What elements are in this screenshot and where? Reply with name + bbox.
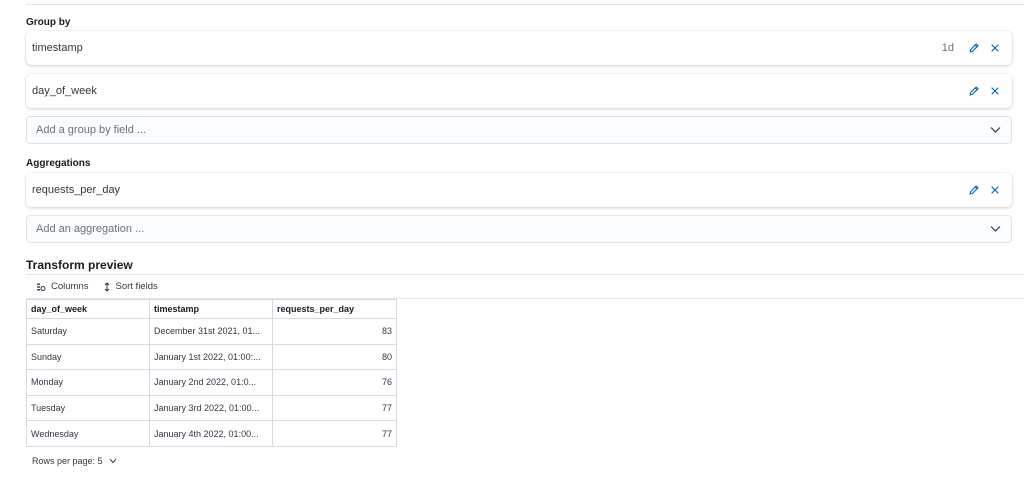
top-divider — [26, 4, 1024, 5]
columns-button[interactable]: Columns — [36, 281, 89, 292]
group-by-item-timestamp: timestamp 1d — [26, 31, 1012, 65]
table-cell[interactable]: 76 — [272, 369, 397, 396]
column-header[interactable]: requests_per_day — [272, 299, 397, 319]
pencil-icon[interactable] — [965, 181, 983, 199]
aggregation-item-requests-per-day: requests_per_day — [26, 173, 1012, 207]
table-cell[interactable]: Sunday — [26, 343, 150, 371]
close-icon[interactable] — [986, 181, 1004, 199]
group-by-interval: 1d — [941, 42, 954, 54]
table-cell[interactable]: January 2nd 2022, 01:0... — [149, 369, 273, 396]
table-cell[interactable]: December 31st 2021, 01... — [149, 318, 273, 345]
group-by-title: Group by — [26, 17, 71, 28]
columns-label: Columns — [51, 281, 89, 292]
column-header[interactable]: timestamp — [149, 299, 273, 319]
add-group-by-placeholder: Add a group by field ... — [36, 124, 147, 136]
group-by-item-label: timestamp — [32, 42, 83, 54]
rows-per-page-button[interactable]: Rows per page: 5 — [32, 456, 117, 466]
sort-fields-label: Sort fields — [115, 281, 158, 292]
add-group-by-select[interactable]: Add a group by field ... — [26, 116, 1012, 144]
table-row: Saturday December 31st 2021, 01... 83 — [26, 318, 397, 345]
table-header-row: day_of_week timestamp requests_per_day — [26, 299, 397, 319]
data-grid-toolbar: Columns Sort fields — [26, 274, 1024, 299]
chevron-down-icon — [990, 226, 1001, 232]
column-header[interactable]: day_of_week — [26, 299, 150, 319]
table-cell[interactable]: 83 — [272, 318, 397, 345]
transform-preview-table: day_of_week timestamp requests_per_day S… — [26, 299, 397, 447]
table-cell[interactable]: January 4th 2022, 01:00... — [149, 420, 273, 447]
pencil-icon[interactable] — [965, 39, 983, 57]
table-row: Wednesday January 4th 2022, 01:00... 77 — [26, 420, 397, 447]
close-icon[interactable] — [986, 82, 1004, 100]
group-by-item-label: day_of_week — [32, 85, 97, 97]
table-cell[interactable]: 77 — [272, 394, 397, 422]
group-by-item-day-of-week: day_of_week — [26, 74, 1012, 108]
table-row: Monday January 2nd 2022, 01:0... 76 — [26, 369, 397, 396]
aggregation-item-label: requests_per_day — [32, 184, 121, 196]
columns-icon — [37, 283, 46, 291]
sort-fields-button[interactable]: Sort fields — [103, 281, 158, 292]
table-cell[interactable]: Saturday — [26, 318, 150, 345]
table-cell[interactable]: January 3rd 2022, 01:00... — [149, 394, 273, 422]
table-cell[interactable]: 80 — [272, 343, 397, 371]
aggregations-title: Aggregations — [26, 158, 91, 169]
table-cell[interactable]: January 1st 2022, 01:00:... — [149, 343, 273, 371]
chevron-down-icon — [109, 458, 116, 464]
table-cell[interactable]: Tuesday — [26, 394, 150, 422]
transform-preview-title: Transform preview — [26, 258, 133, 272]
table-cell[interactable]: Monday — [26, 369, 150, 396]
add-aggregation-placeholder: Add an aggregation ... — [36, 223, 145, 235]
chevron-down-icon — [990, 127, 1001, 133]
add-aggregation-select[interactable]: Add an aggregation ... — [26, 215, 1012, 243]
table-cell[interactable]: 77 — [272, 420, 397, 447]
close-icon[interactable] — [986, 39, 1004, 57]
pencil-icon[interactable] — [965, 82, 983, 100]
rows-per-page-label: Rows per page: 5 — [32, 456, 103, 466]
sort-icon — [104, 281, 109, 292]
table-row: Tuesday January 3rd 2022, 01:00... 77 — [26, 394, 397, 422]
table-row: Sunday January 1st 2022, 01:00:... 80 — [26, 343, 397, 371]
table-cell[interactable]: Wednesday — [26, 420, 150, 447]
